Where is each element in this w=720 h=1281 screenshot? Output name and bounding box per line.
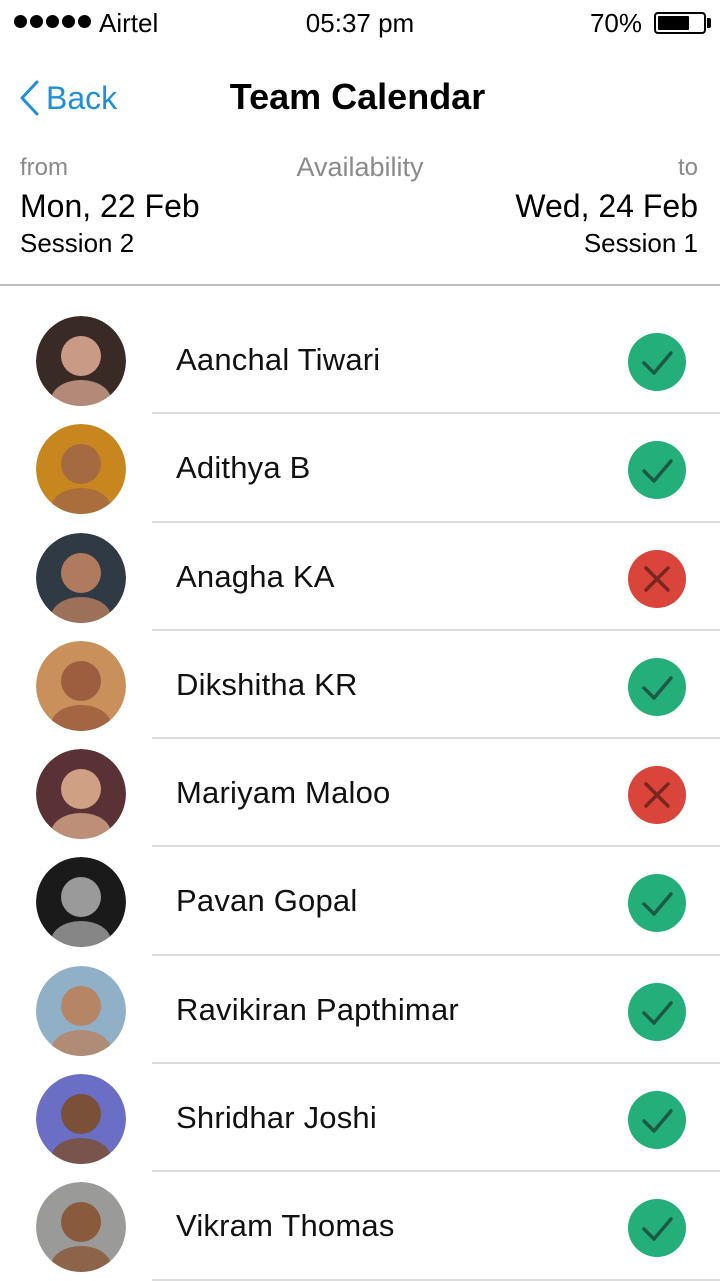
availability-range: from Availability to Mon, 22 Feb Wed, 24… <box>0 148 720 284</box>
avatar <box>36 640 126 731</box>
avatar <box>36 857 126 948</box>
from-session[interactable]: Session 2 <box>20 228 134 259</box>
avatar <box>36 532 126 623</box>
avatar <box>36 1074 126 1165</box>
header-divider <box>0 284 720 286</box>
avatar <box>36 1182 126 1273</box>
unavailable-cross-icon <box>628 766 686 825</box>
available-check-icon <box>628 441 686 500</box>
avatar <box>36 965 126 1056</box>
member-name: Dikshitha KR <box>176 666 358 702</box>
member-name: Adithya B <box>176 450 311 486</box>
member-name: Aanchal Tiwari <box>176 342 381 377</box>
member-name: Shridhar Joshi <box>176 1100 377 1136</box>
list-item[interactable]: Aanchal Tiwari <box>0 306 720 415</box>
list-item[interactable]: Dikshitha KR <box>0 631 720 740</box>
from-date[interactable]: Mon, 22 Feb <box>20 188 200 225</box>
person-avatar-icon <box>36 749 126 840</box>
page-title: Team Calendar <box>229 76 486 117</box>
available-check-icon <box>628 1091 686 1150</box>
member-name: Mariyam Maloo <box>176 775 391 811</box>
to-label: to <box>677 154 698 181</box>
available-check-icon <box>628 333 686 391</box>
available-check-icon <box>628 982 686 1041</box>
status-bar: Airtel 05:37 pm 70% <box>0 0 720 48</box>
avatar <box>36 749 126 840</box>
member-name: Ravikiran Papthimar <box>176 991 459 1027</box>
person-avatar-icon <box>36 1182 126 1273</box>
battery-icon <box>654 12 706 34</box>
available-check-icon <box>628 1199 686 1258</box>
avatar <box>36 424 126 515</box>
person-avatar-icon <box>36 424 126 515</box>
list-item[interactable]: Adithya B <box>0 414 720 523</box>
person-avatar-icon <box>36 1074 126 1165</box>
list-item[interactable]: Shridhar Joshi <box>0 1064 720 1173</box>
person-avatar-icon <box>36 640 126 731</box>
person-avatar-icon <box>36 965 126 1056</box>
available-check-icon <box>628 657 686 716</box>
battery-cap <box>707 18 711 28</box>
member-name: Anagha KA <box>176 558 335 594</box>
person-avatar-icon <box>36 532 126 623</box>
list-item[interactable]: Pavan Gopal <box>0 847 720 956</box>
member-list: Aanchal Tiwari Adithya B Anagha KA Dikshith… <box>0 306 720 1281</box>
list-item[interactable]: Anagha KA <box>0 523 720 631</box>
avatar <box>36 316 126 406</box>
navigation-bar: Back Team Calendar <box>0 56 720 140</box>
list-item[interactable]: Vikram Thomas <box>0 1172 720 1281</box>
availability-label: Availability <box>296 152 424 182</box>
list-item[interactable]: Mariyam Maloo <box>0 739 720 848</box>
member-name: Vikram Thomas <box>176 1208 395 1244</box>
list-item[interactable]: Ravikiran Papthimar <box>0 956 720 1065</box>
person-avatar-icon <box>36 857 126 948</box>
person-avatar-icon <box>36 316 126 406</box>
to-session[interactable]: Session 1 <box>584 228 698 259</box>
battery-percent: 70% <box>589 8 642 38</box>
member-name: Pavan Gopal <box>176 883 358 919</box>
to-date[interactable]: Wed, 24 Feb <box>515 188 698 225</box>
available-check-icon <box>628 874 686 933</box>
unavailable-cross-icon <box>628 549 686 608</box>
